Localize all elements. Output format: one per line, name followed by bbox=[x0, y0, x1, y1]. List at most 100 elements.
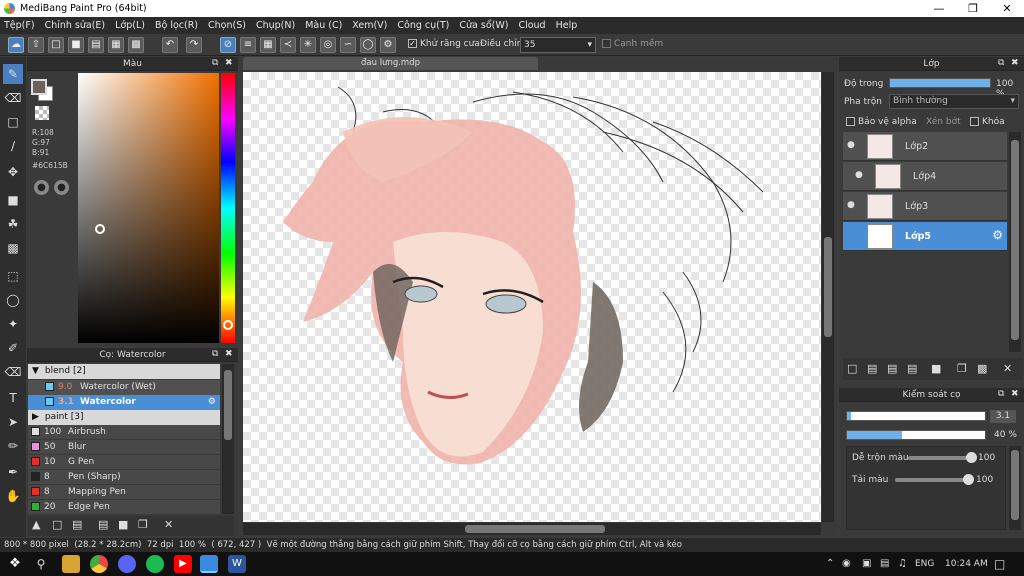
menu-filter[interactable]: Bộ lọc(R) bbox=[155, 20, 198, 31]
brush-scrollbar[interactable] bbox=[222, 364, 234, 514]
select-pen-icon[interactable]: ✐ bbox=[3, 338, 23, 358]
brush-close-icon[interactable]: ✖ bbox=[225, 349, 233, 359]
brush-tool-icon[interactable]: ✎ bbox=[3, 64, 23, 84]
layer-row[interactable]: ● Lớp4 bbox=[843, 162, 1007, 191]
discord-icon[interactable] bbox=[118, 555, 136, 573]
brush-undock-icon[interactable]: ⧉ bbox=[212, 349, 218, 359]
curve-snap-icon[interactable]: ∽ bbox=[340, 37, 356, 53]
brush-item-selected[interactable]: 3.1 Watercolor ⚙ bbox=[28, 395, 220, 410]
new-layer-icon[interactable]: □ bbox=[847, 362, 857, 375]
ellipse-snap-icon[interactable]: ◯ bbox=[360, 37, 376, 53]
paint-amount-handle[interactable] bbox=[963, 474, 974, 485]
cloud-icon[interactable]: ☁ bbox=[8, 37, 24, 53]
layer-merge-icon[interactable]: ▩ bbox=[977, 362, 987, 375]
layer-duplicate-icon[interactable]: ❐ bbox=[957, 362, 967, 375]
menu-help[interactable]: Help bbox=[556, 20, 578, 31]
brush-props-icon[interactable]: ▤ bbox=[98, 518, 108, 531]
eyedropper-icon[interactable]: ✏ bbox=[3, 436, 23, 456]
brush-item[interactable]: 10 G Pen bbox=[28, 455, 220, 470]
brush-add-menu-icon[interactable]: ▤ bbox=[72, 518, 82, 531]
vanishing-point-icon[interactable]: ≺ bbox=[280, 37, 296, 53]
drawing-canvas[interactable] bbox=[243, 72, 821, 522]
smooth-edge-option[interactable]: Cạnh mềm bbox=[602, 39, 663, 49]
primary-color-swatch[interactable] bbox=[31, 79, 47, 95]
layer-add-menu-icon[interactable]: ▤ bbox=[907, 362, 917, 375]
volume-icon[interactable]: ♫ bbox=[898, 558, 907, 569]
tray-discord-icon[interactable]: ◉ bbox=[842, 558, 851, 569]
menu-cloud[interactable]: Cloud bbox=[518, 20, 545, 31]
layer-row-selected[interactable]: Lớp5 ⚙ bbox=[843, 222, 1007, 251]
brush-size-slider[interactable] bbox=[846, 411, 986, 421]
brush-item[interactable]: 8 Mapping Pen bbox=[28, 485, 220, 500]
new-brush-icon[interactable]: □ bbox=[52, 518, 62, 531]
circle-snap-icon[interactable]: ◎ bbox=[320, 37, 336, 53]
file-explorer-icon[interactable] bbox=[62, 555, 80, 573]
menu-view[interactable]: Xem(V) bbox=[352, 20, 387, 31]
canvas-tab[interactable]: đau lưng.mdp bbox=[243, 57, 538, 70]
lock-option[interactable]: Khóa bbox=[970, 117, 1005, 127]
brush-item[interactable]: 8 Pen (Sharp) bbox=[28, 470, 220, 485]
snap-settings-icon[interactable]: ⚙ bbox=[380, 37, 396, 53]
new-8bit-layer-icon[interactable]: ▤ bbox=[887, 362, 897, 375]
layer-close-icon[interactable]: ✖ bbox=[1011, 58, 1019, 68]
hue-handle[interactable] bbox=[223, 320, 233, 330]
layer-trash-icon[interactable]: ✕ bbox=[1003, 362, 1012, 375]
pen-tool-icon[interactable]: ✒ bbox=[3, 462, 23, 482]
color-picker-cursor[interactable] bbox=[95, 224, 105, 234]
brush-item[interactable]: 100 Airbrush bbox=[28, 425, 220, 440]
add-brush-icon[interactable]: ▲ bbox=[32, 518, 40, 531]
gradient-tool-icon[interactable]: ▩ bbox=[3, 238, 23, 258]
tray-app-icon[interactable]: ▣ bbox=[862, 558, 871, 569]
select-eraser-icon[interactable]: ⌫ bbox=[3, 362, 23, 382]
menu-tools[interactable]: Công cụ(T) bbox=[397, 20, 449, 31]
adjust-select[interactable]: 35 ▾ bbox=[520, 37, 596, 53]
protect-alpha-checkbox[interactable] bbox=[846, 117, 855, 126]
brush-control-scrollbar[interactable] bbox=[1009, 446, 1021, 530]
close-window-button[interactable]: ✕ bbox=[990, 0, 1024, 17]
windows-start-icon[interactable]: ❖ bbox=[6, 555, 24, 573]
menu-file[interactable]: Tệp(F) bbox=[4, 20, 35, 31]
brush-control-scroll-thumb[interactable] bbox=[1011, 450, 1019, 520]
brush-control-undock-icon[interactable]: ⧉ bbox=[998, 389, 1004, 399]
menu-select[interactable]: Chọn(S) bbox=[208, 20, 246, 31]
chrome-icon[interactable] bbox=[90, 555, 108, 573]
redo-icon[interactable]: ↷ bbox=[186, 37, 202, 53]
operation-tool-icon[interactable]: ➤ bbox=[3, 412, 23, 432]
hue-slider[interactable] bbox=[221, 73, 235, 343]
canvas-vscrollbar[interactable] bbox=[822, 72, 834, 522]
fill-rect-tool-icon[interactable]: ■ bbox=[3, 190, 23, 210]
language-indicator[interactable]: ENG bbox=[915, 559, 934, 569]
protect-alpha-option[interactable]: Bảo vệ alpha bbox=[846, 117, 917, 127]
network-icon[interactable]: ▤ bbox=[880, 558, 889, 569]
undock-icon[interactable]: ⧉ bbox=[212, 58, 218, 68]
gear-icon[interactable]: ⚙ bbox=[992, 228, 1003, 242]
duplicate-icon[interactable]: ❐ bbox=[138, 518, 148, 531]
cross-snap-icon[interactable]: ▦ bbox=[260, 37, 276, 53]
magic-wand-icon[interactable]: ✦ bbox=[3, 314, 23, 334]
brush-size-value[interactable]: 3.1 bbox=[990, 410, 1016, 423]
grid-icon[interactable]: ▦ bbox=[108, 37, 124, 53]
text-tool-icon[interactable]: T bbox=[3, 388, 23, 408]
canvas-hscroll-thumb[interactable] bbox=[465, 525, 605, 533]
move-tool-icon[interactable]: ✥ bbox=[3, 162, 23, 182]
brush-control-close-icon[interactable]: ✖ bbox=[1011, 389, 1019, 399]
brush-item[interactable]: 50 Blur bbox=[28, 440, 220, 455]
select-tool-icon[interactable]: ⬚ bbox=[3, 266, 23, 286]
brush-item[interactable]: 20 Edge Pen bbox=[28, 500, 220, 515]
radial-snap-icon[interactable]: ✳ bbox=[300, 37, 316, 53]
brush-scroll-thumb[interactable] bbox=[224, 370, 232, 440]
line-tool-icon[interactable]: ∕ bbox=[3, 136, 23, 156]
layer-opacity-slider[interactable] bbox=[889, 78, 991, 88]
brush-group-blend[interactable]: ▼ blend [2] bbox=[28, 364, 220, 379]
layer-row[interactable]: ● Lớp3 bbox=[843, 192, 1007, 221]
folder-icon[interactable]: ■ bbox=[118, 518, 128, 531]
smooth-edge-checkbox[interactable] bbox=[602, 39, 611, 48]
eye-icon[interactable]: ● bbox=[847, 140, 855, 150]
menu-snap[interactable]: Chụp(N) bbox=[256, 20, 295, 31]
layer-row[interactable]: ● Lớp2 bbox=[843, 132, 1007, 161]
gear-icon[interactable]: ⚙ bbox=[208, 395, 216, 410]
maximize-button[interactable]: ❐ bbox=[956, 0, 990, 17]
tray-arrow-icon[interactable]: ⌃ bbox=[826, 558, 834, 569]
new-halftone-layer-icon[interactable]: ▤ bbox=[867, 362, 877, 375]
comment-icon[interactable]: ■ bbox=[68, 37, 84, 53]
